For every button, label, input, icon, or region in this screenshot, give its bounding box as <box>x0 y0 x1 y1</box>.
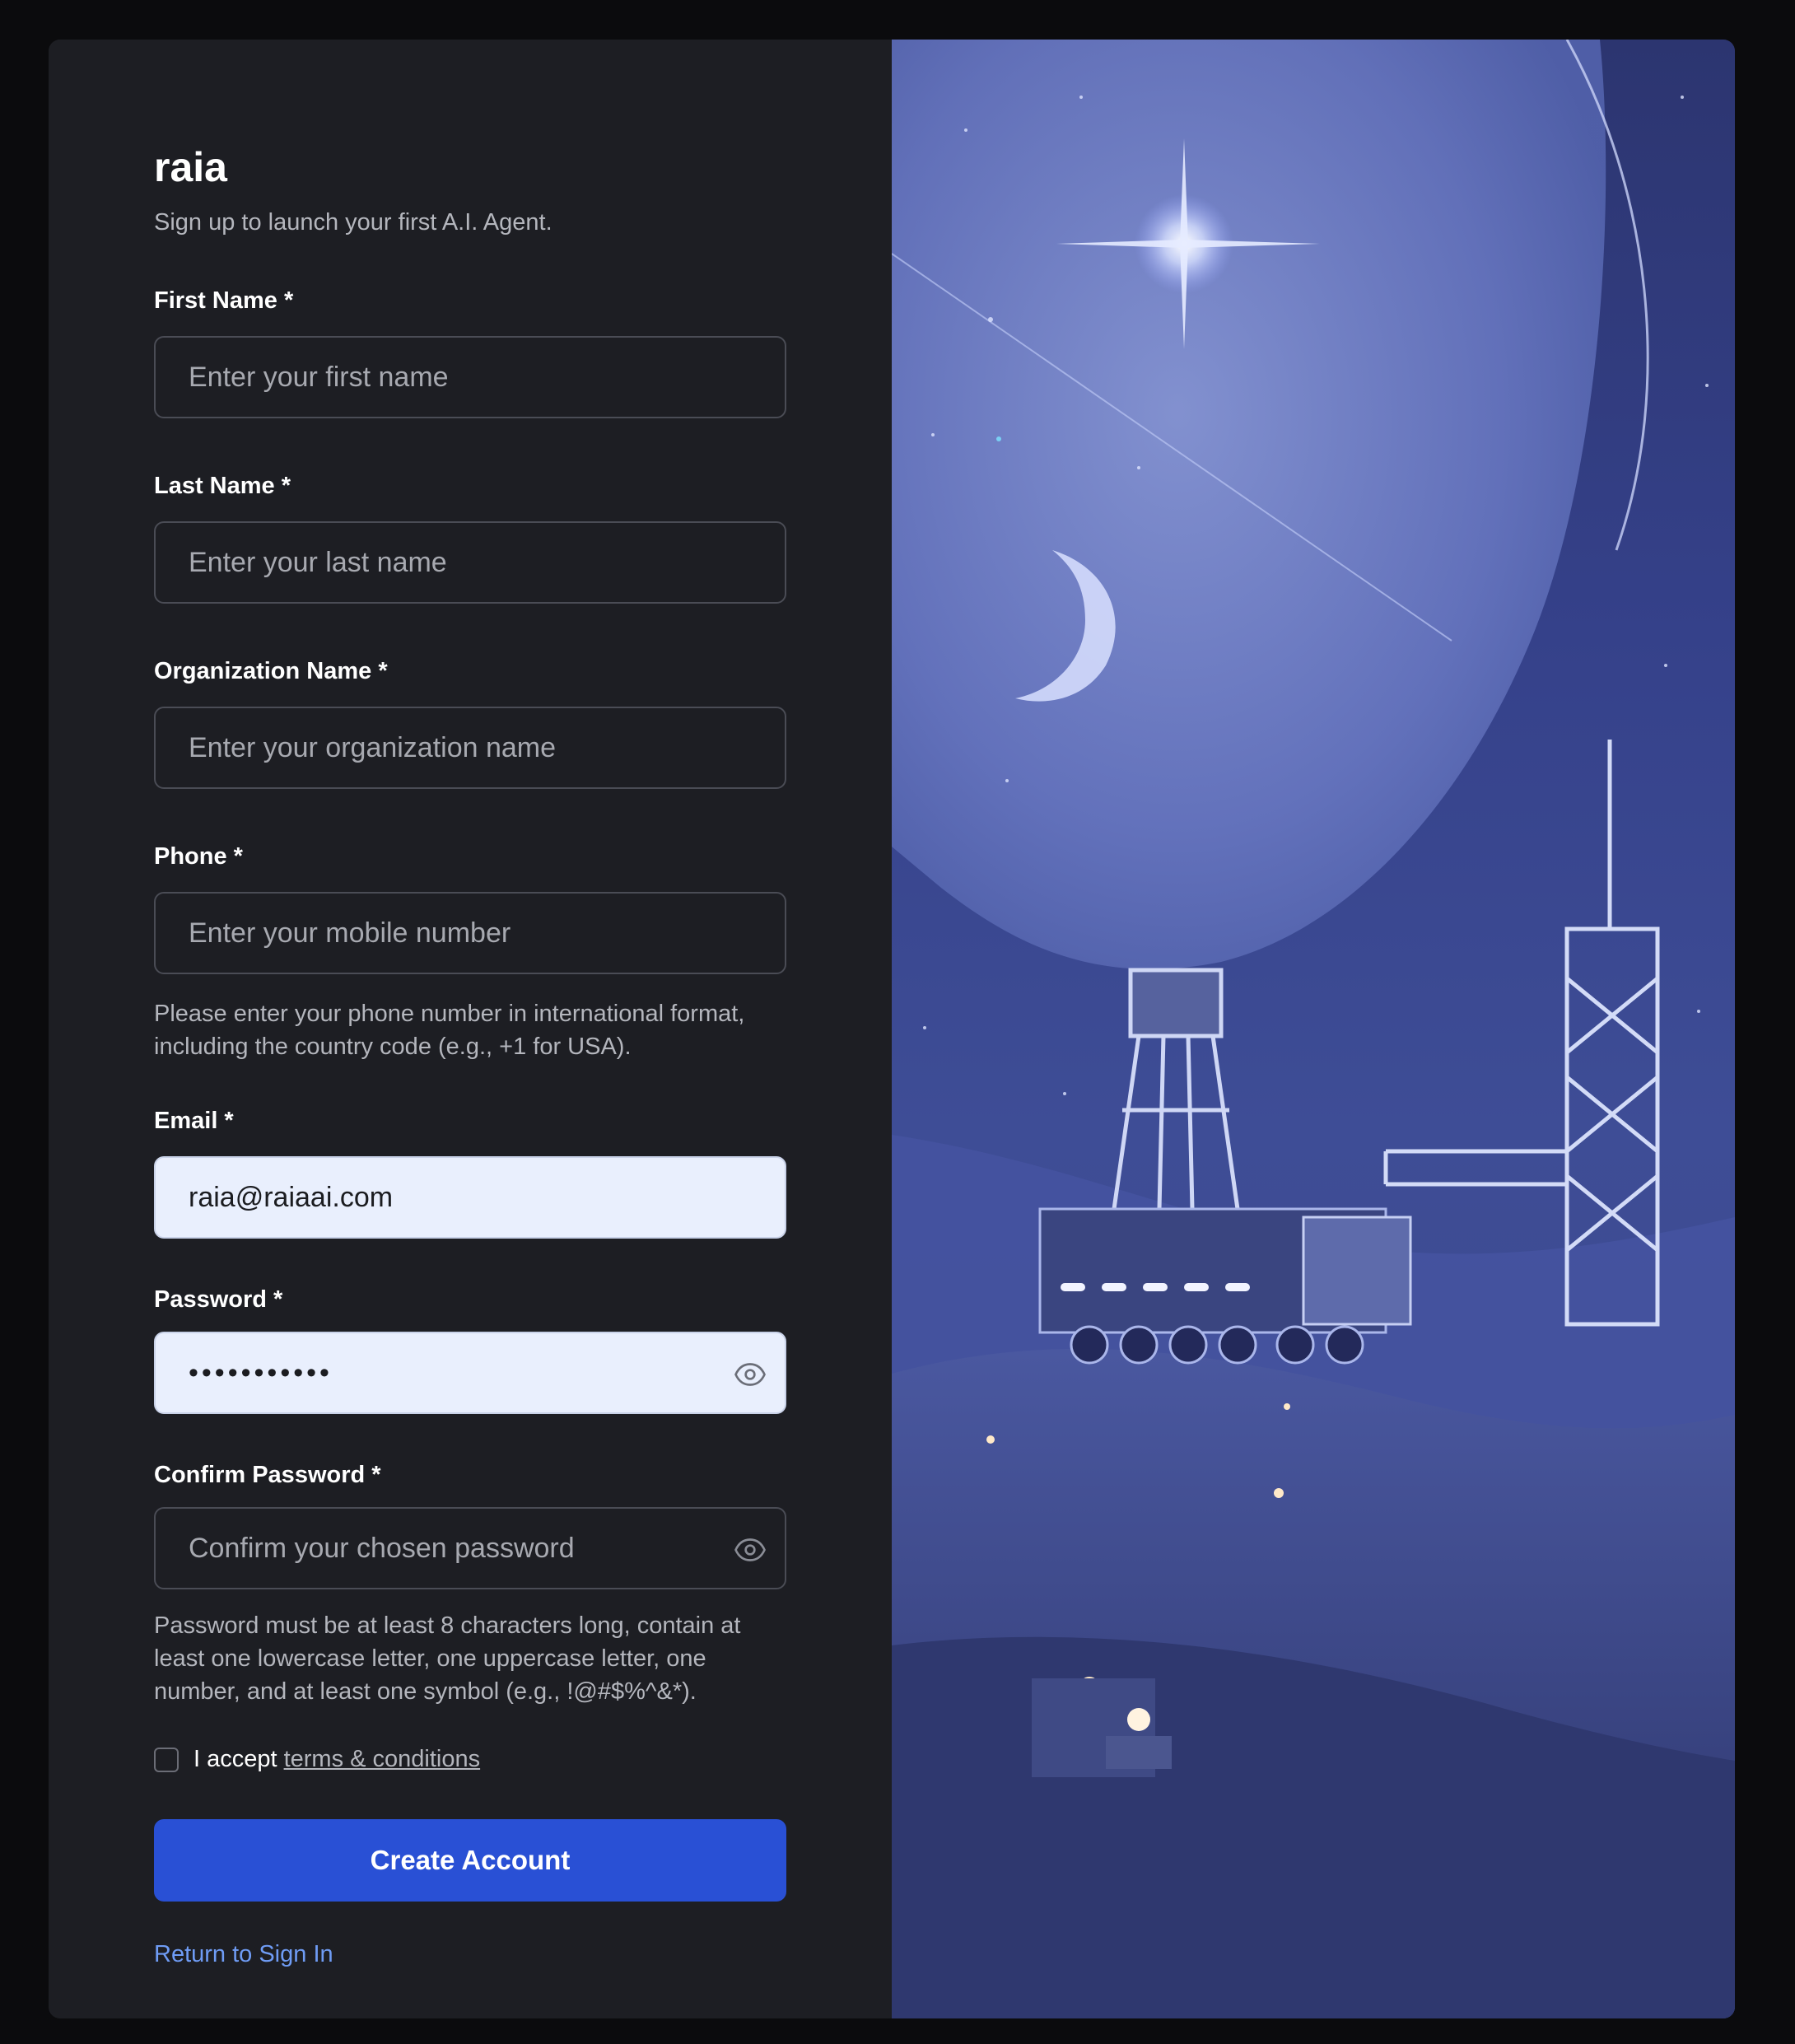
organization-input[interactable] <box>156 708 785 787</box>
confirm-password-input[interactable] <box>156 1509 785 1588</box>
first-name-input[interactable] <box>156 338 785 417</box>
organization-field: Organization Name * <box>154 660 786 789</box>
last-name-field: Last Name * <box>154 474 786 604</box>
password-label: Password * <box>154 1286 283 1313</box>
brand-logo: raia <box>154 144 227 190</box>
confirm-password-input-wrap <box>154 1507 786 1589</box>
email-input-wrap <box>154 1156 786 1239</box>
terms-row: I accept terms & conditions <box>154 1746 786 1773</box>
phone-field: Phone * Please enter your phone number i… <box>154 845 786 1063</box>
signup-form: raia Sign up to launch your first A.I. A… <box>154 147 786 1968</box>
terms-text: I accept terms & conditions <box>193 1746 480 1773</box>
terms-checkbox[interactable] <box>154 1747 179 1772</box>
eye-icon[interactable] <box>734 1533 767 1566</box>
first-name-input-wrap <box>154 336 786 418</box>
create-account-button[interactable]: Create Account <box>154 1819 786 1902</box>
email-label: Email * <box>154 1108 234 1134</box>
last-name-input[interactable] <box>156 523 785 602</box>
phone-input[interactable] <box>156 894 785 973</box>
first-name-label: First Name * <box>154 287 294 314</box>
return-to-sign-in-link[interactable]: Return to Sign In <box>154 1941 786 1968</box>
password-hint: Password must be at least 8 characters l… <box>154 1612 741 1705</box>
last-name-input-wrap <box>154 521 786 604</box>
water-tower <box>1112 968 1240 1210</box>
email-input[interactable] <box>156 1158 785 1237</box>
form-panel: raia Sign up to launch your first A.I. A… <box>49 40 892 2018</box>
email-field: Email * <box>154 1109 786 1239</box>
phone-input-wrap <box>154 892 786 974</box>
confirm-password-label: Confirm Password * <box>154 1462 381 1488</box>
password-input[interactable] <box>156 1333 785 1412</box>
terms-link[interactable]: terms & conditions <box>284 1746 481 1772</box>
first-name-field: First Name * <box>154 289 786 418</box>
hero-illustration <box>892 40 1735 2018</box>
organization-label: Organization Name * <box>154 658 388 684</box>
phone-label: Phone * <box>154 843 243 870</box>
password-field: Password * <box>154 1288 786 1414</box>
confirm-password-field: Confirm Password * Password must be at l… <box>154 1463 786 1708</box>
space-launch-illustration <box>892 40 1735 2018</box>
signup-card: raia Sign up to launch your first A.I. A… <box>49 40 1735 2018</box>
organization-input-wrap <box>154 707 786 789</box>
last-name-label: Last Name * <box>154 473 291 499</box>
page-subtitle: Sign up to launch your first A.I. Agent. <box>154 209 552 236</box>
password-input-wrap <box>154 1332 786 1414</box>
transport-vehicle <box>1038 1207 1412 1365</box>
terms-prefix: I accept <box>193 1746 277 1772</box>
phone-hint: Please enter your phone number in intern… <box>154 1001 745 1060</box>
eye-icon[interactable] <box>734 1358 767 1391</box>
